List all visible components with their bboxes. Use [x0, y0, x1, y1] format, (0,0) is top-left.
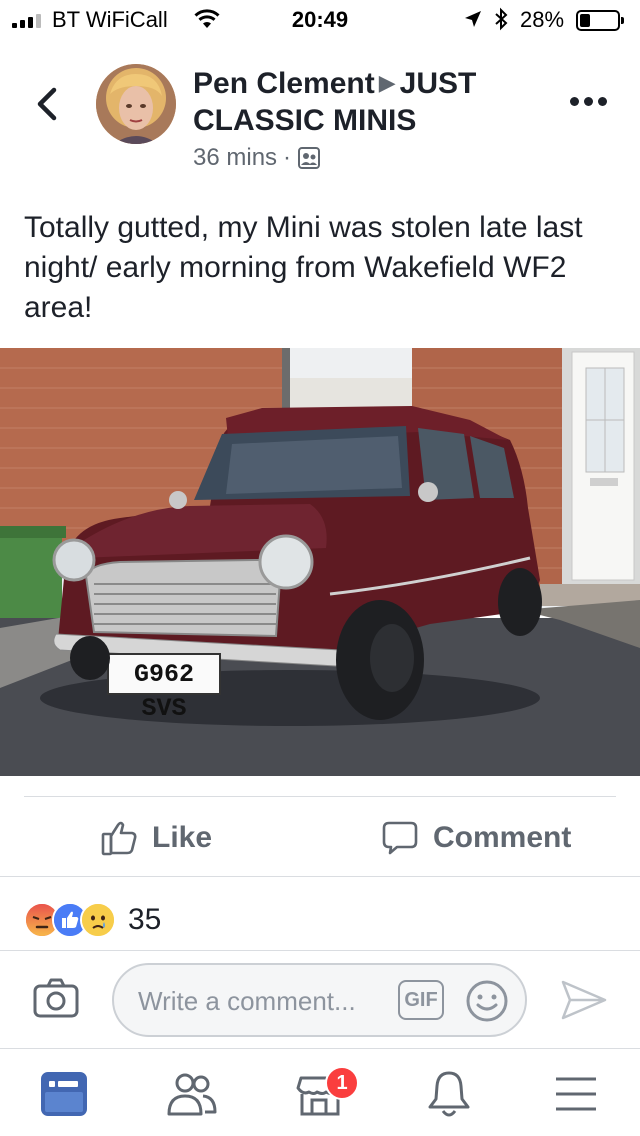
emoji-icon[interactable]	[465, 979, 509, 1023]
comment-label: Comment	[433, 821, 572, 854]
more-options-icon[interactable]	[570, 97, 607, 106]
tab-news-feed[interactable]	[34, 1066, 94, 1122]
tab-friends[interactable]	[161, 1066, 221, 1122]
tab-menu[interactable]	[546, 1066, 606, 1122]
send-icon[interactable]	[560, 978, 608, 1022]
reaction-count: 35	[128, 903, 162, 936]
post-photo[interactable]: G962 SVS	[0, 348, 640, 776]
notifications-icon	[428, 1071, 470, 1117]
post-time[interactable]: 36 mins	[193, 144, 277, 172]
thumbs-up-icon	[101, 821, 137, 856]
gif-button[interactable]: GIF	[398, 980, 444, 1020]
author-name[interactable]: Pen Clement	[193, 67, 375, 100]
divider	[0, 876, 640, 877]
license-plate: G962 SVS	[133, 660, 194, 723]
location-arrow-icon	[465, 11, 481, 27]
marketplace-badge: 1	[325, 1066, 359, 1100]
divider	[0, 1048, 640, 1049]
post-meta: 36 mins ·	[193, 144, 321, 172]
sad-reaction-icon	[80, 902, 116, 938]
divider	[24, 796, 616, 797]
status-bar: BT WiFiCall 20:49 28%	[0, 0, 640, 40]
camera-icon[interactable]	[32, 976, 80, 1020]
meta-separator: ·	[283, 144, 292, 171]
group-arrow-icon: ▶	[378, 70, 396, 95]
tab-notifications[interactable]	[419, 1066, 479, 1122]
post-header-title: Pen Clement ▶ JUST CLASSIC MINIS	[193, 64, 533, 139]
bluetooth-icon	[495, 7, 508, 31]
like-button[interactable]: Like	[100, 808, 212, 868]
group-audience-icon	[298, 147, 321, 169]
bottom-tab-bar	[0, 1050, 640, 1136]
comment-composer: GIF	[112, 963, 527, 1037]
divider	[0, 950, 640, 951]
friends-icon	[167, 1073, 217, 1116]
comment-bubble-icon	[382, 821, 418, 855]
author-avatar[interactable]	[96, 64, 176, 144]
battery-percent: 28%	[520, 7, 565, 32]
reaction-summary[interactable]: 35	[24, 900, 161, 940]
back-chevron-icon[interactable]	[30, 84, 66, 124]
like-label: Like	[152, 821, 213, 854]
menu-icon	[556, 1077, 596, 1111]
comment-button[interactable]: Comment	[381, 808, 571, 868]
battery-icon	[576, 10, 624, 31]
post-text: Totally gutted, my Mini was stolen late …	[24, 211, 583, 324]
news-feed-icon	[41, 1072, 87, 1116]
post-actions: Like Comment	[0, 808, 640, 868]
comment-input[interactable]	[138, 983, 388, 1019]
